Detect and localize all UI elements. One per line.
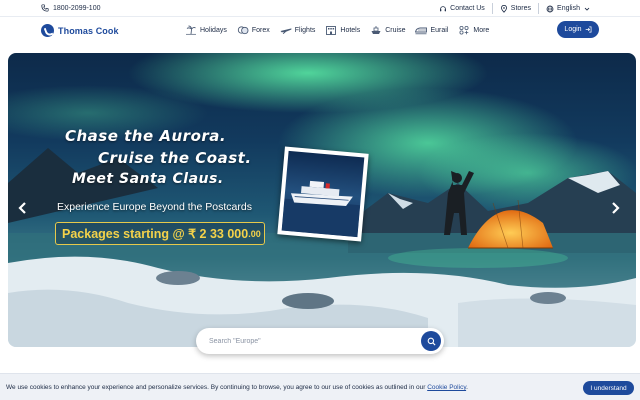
phone-contact[interactable]: 1800-2099-100 (41, 4, 101, 12)
nav-label: More (473, 26, 490, 34)
cookie-message: We use cookies to enhance your experienc… (6, 384, 468, 391)
cruise-ship-image (281, 180, 361, 238)
hero-banner[interactable]: Chase the Aurora. Cruise the Coast. Meet… (8, 53, 636, 347)
cookie-text-end: . (466, 384, 468, 391)
hero-headline-line-3: Meet Santa Claus. (72, 171, 224, 187)
contact-us-link[interactable]: Contact Us (432, 3, 492, 14)
nav-item-eurail[interactable]: Eurail (415, 25, 448, 35)
top-bar: 1800-2099-100 Contact Us Stores English (0, 0, 640, 17)
cruise-ship-photo (277, 146, 369, 242)
login-icon (585, 26, 592, 33)
location-pin-icon (500, 4, 507, 13)
more-icon (459, 25, 469, 35)
forex-icon (237, 26, 249, 35)
main-nav: Thomas Cook Holidays Forex Flights Hotel… (0, 17, 640, 46)
train-icon (415, 27, 428, 35)
nav-label: Eurail (430, 26, 449, 34)
cookie-accept-button[interactable]: I understand (583, 381, 634, 395)
chevron-down-icon (584, 7, 590, 11)
search-button[interactable] (421, 331, 441, 351)
phone-number: 1800-2099-100 (53, 4, 101, 12)
nav-label: Forex (251, 26, 270, 34)
brand-logo[interactable]: Thomas Cook (41, 24, 119, 37)
globe-icon (546, 5, 554, 12)
nav-item-cruise[interactable]: Cruise (370, 25, 405, 35)
language-selector[interactable]: English (539, 3, 598, 14)
nav-label: Hotels (340, 26, 361, 34)
plane-icon (280, 28, 292, 34)
price-decimals: .00 (248, 228, 261, 239)
headset-icon (440, 5, 447, 11)
stores-label: Stores (510, 5, 532, 12)
nav-item-holidays[interactable]: Holidays (185, 25, 227, 35)
nav-item-flights[interactable]: Flights (280, 25, 316, 35)
price-badge[interactable]: Packages starting @ ₹ 2 33 000.00 (55, 222, 265, 245)
nav-label: Holidays (200, 26, 227, 34)
search-icon (427, 337, 436, 346)
hotel-icon (326, 26, 337, 35)
nav-item-hotels[interactable]: Hotels (325, 25, 360, 35)
stores-link[interactable]: Stores (493, 3, 538, 14)
cookie-text: We use cookies to enhance your experienc… (6, 384, 428, 391)
login-button[interactable]: Login (557, 21, 599, 38)
nav-menu: Holidays Forex Flights Hotels Cruise Eur… (185, 25, 489, 35)
brand-name: Thomas Cook (58, 25, 119, 36)
nav-item-more[interactable]: More (458, 25, 489, 35)
cookie-policy-link[interactable]: Cookie Policy (427, 384, 466, 391)
search-input[interactable] (196, 337, 406, 345)
nav-label: Cruise (385, 26, 406, 34)
palm-tree-icon (186, 25, 196, 35)
search-bar (196, 328, 444, 354)
contact-us-label: Contact Us (450, 5, 485, 12)
nav-item-forex[interactable]: Forex (237, 25, 270, 35)
login-label: Login (564, 26, 582, 33)
carousel-next-arrow-icon[interactable] (608, 201, 622, 215)
price-text: Packages starting @ ₹ 2 33 000 (62, 227, 249, 241)
cruise-icon (371, 26, 381, 34)
hero-headline-line-2: Cruise the Coast. (98, 149, 252, 167)
phone-icon (41, 4, 49, 12)
language-label: English (557, 5, 580, 12)
nav-label: Flights (294, 26, 316, 34)
hero-subtitle: Experience Europe Beyond the Postcards (57, 201, 252, 213)
cookie-banner: We use cookies to enhance your experienc… (0, 373, 640, 400)
carousel-prev-arrow-icon[interactable] (16, 201, 30, 215)
globe-logo-icon (41, 24, 54, 37)
hero-headline-line-1: Chase the Aurora. (65, 127, 227, 145)
